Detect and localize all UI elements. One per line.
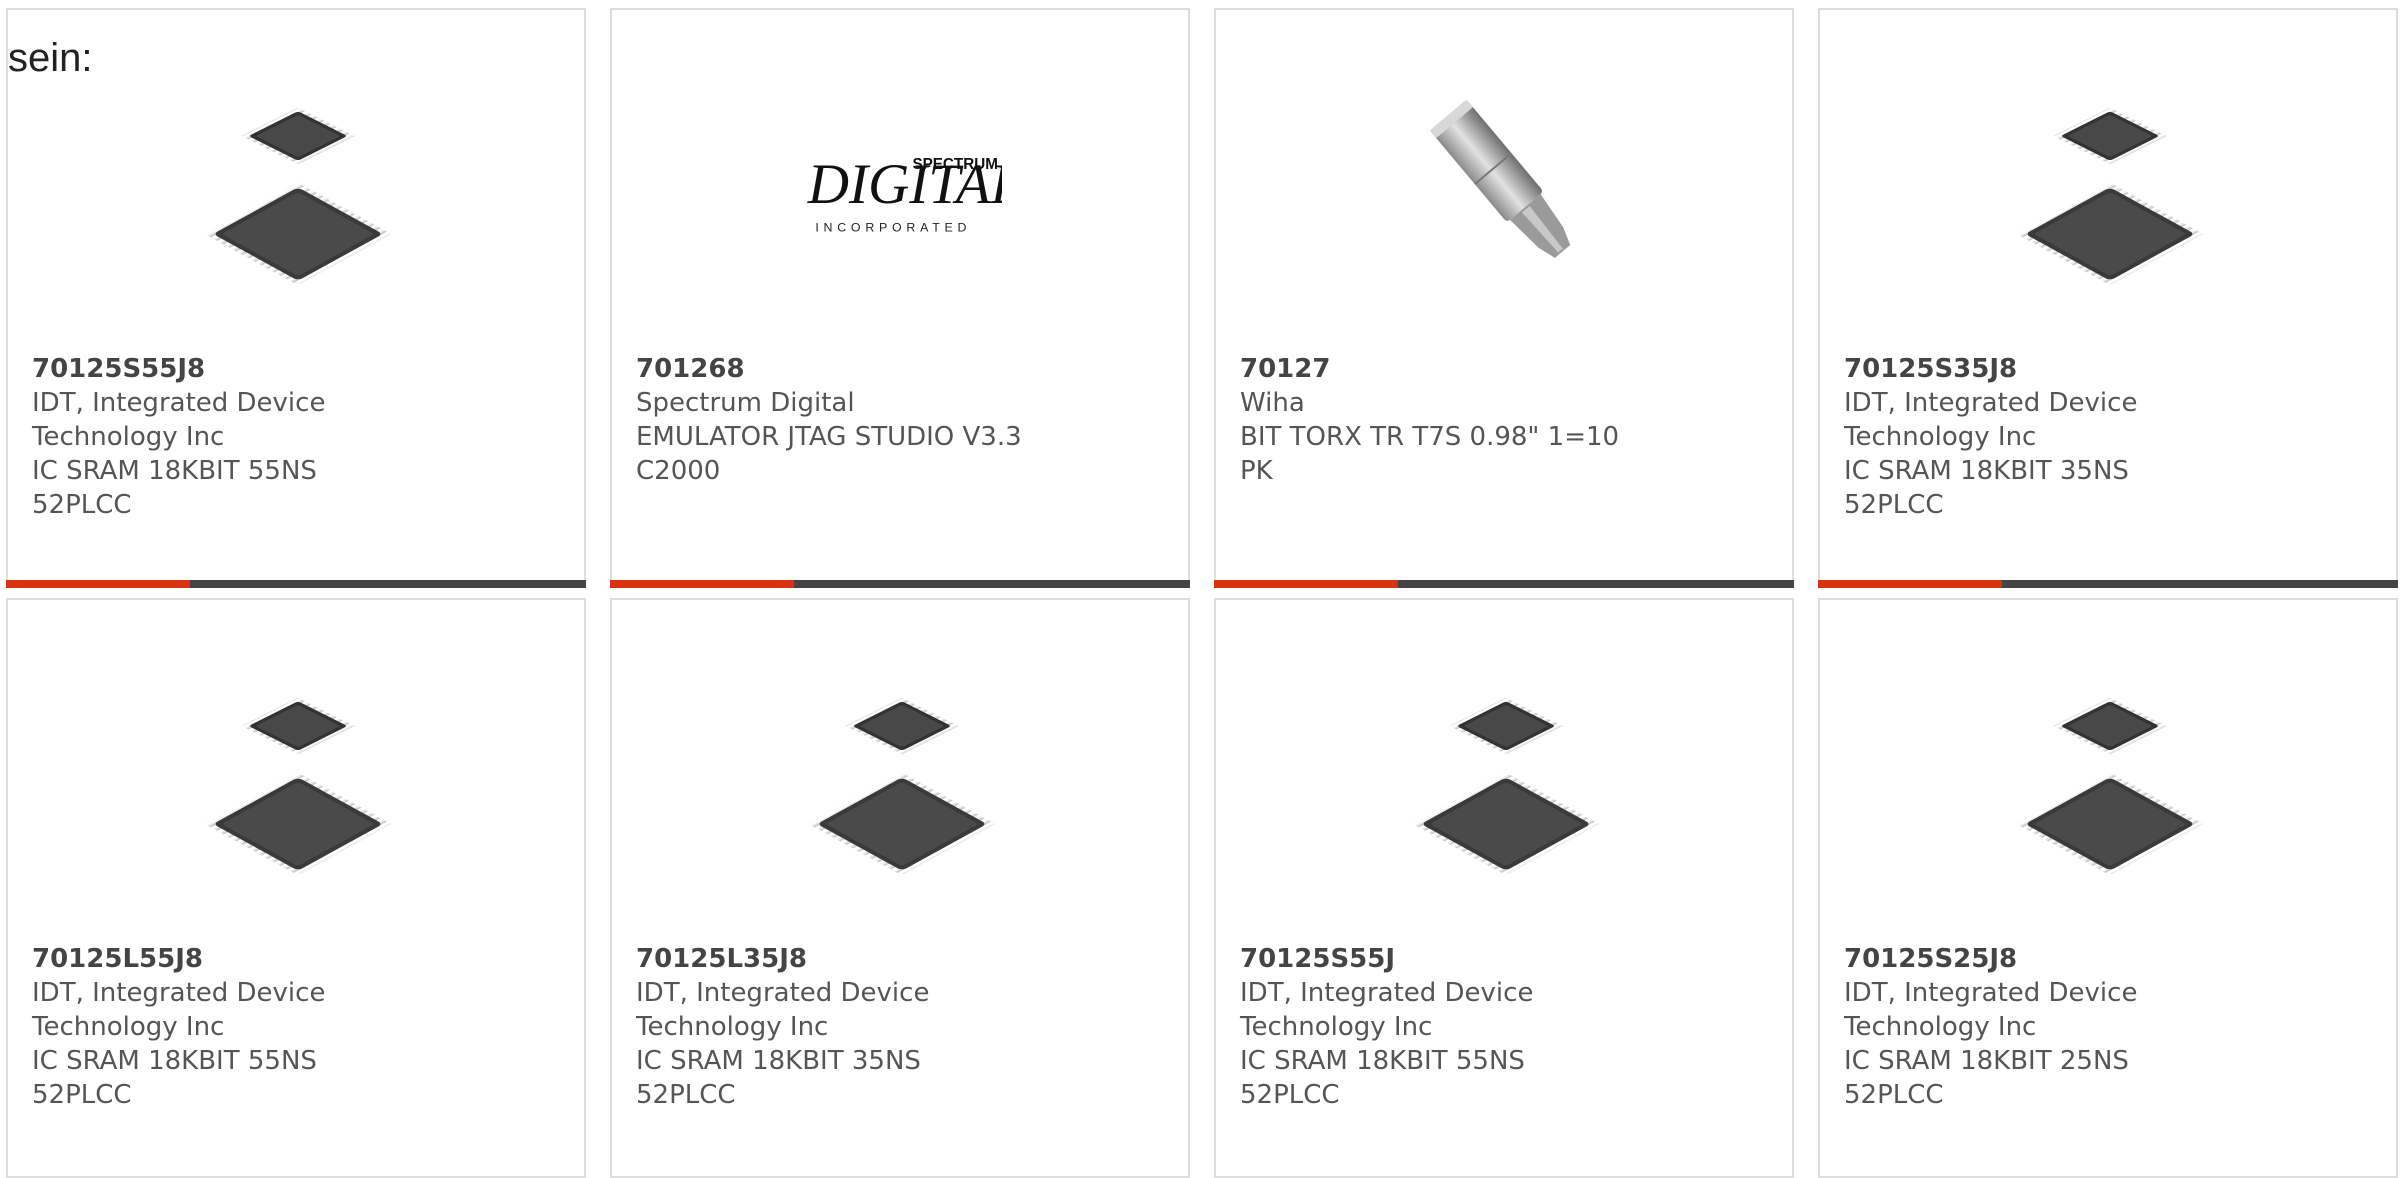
manufacturer: IDT, Integrated Device Technology Inc: [1844, 388, 2138, 452]
manufacturer: Wiha: [1240, 388, 1305, 418]
plcc-chip-icon: [204, 107, 392, 284]
product-card[interactable]: 70127 Wiha BIT TORX TR T7S 0.98" 1=10 PK: [1214, 8, 1794, 588]
card-accent: [6, 580, 190, 588]
product-description: EMULATOR JTAG STUDIO V3.3 C2000: [636, 422, 1022, 486]
manufacturer: IDT, Integrated Device Technology Inc: [32, 978, 326, 1042]
product-image: [198, 674, 398, 874]
manufacturer: IDT, Integrated Device Technology Inc: [1844, 978, 2138, 1042]
product-info: 701268 Spectrum Digital EMULATOR JTAG ST…: [636, 352, 1156, 488]
product-card[interactable]: SPECTRUM DIGITAL INCORPORATED 701268 Spe…: [610, 8, 1190, 588]
card-accent: [1214, 580, 1398, 588]
product-image: [198, 84, 398, 284]
part-number[interactable]: 70125S25J8: [1844, 942, 2364, 976]
product-image: [2010, 84, 2210, 284]
part-number[interactable]: 70127: [1240, 352, 1760, 386]
card-bottom-bar: [6, 580, 586, 588]
part-number[interactable]: 70125L55J8: [32, 942, 552, 976]
manufacturer: IDT, Integrated Device Technology Inc: [32, 388, 326, 452]
product-image: [1406, 674, 1606, 874]
product-info: 70125S55J8 IDT, Integrated Device Techno…: [32, 352, 552, 522]
product-image: [2010, 674, 2210, 874]
intro-text: sein:: [8, 36, 93, 80]
plcc-chip-icon: [204, 697, 392, 874]
plcc-chip-icon: [808, 697, 996, 874]
product-description: IC SRAM 18KBIT 55NS 52PLCC: [32, 456, 317, 520]
product-description: BIT TORX TR T7S 0.98" 1=10 PK: [1240, 422, 1620, 486]
torx-bit-icon: [1429, 99, 1571, 258]
product-image: [1406, 84, 1606, 284]
product-card[interactable]: 70125L55J8 IDT, Integrated Device Techno…: [6, 598, 586, 1178]
product-grid: 70125S55J8 IDT, Integrated Device Techno…: [0, 0, 2400, 1178]
plcc-chip-icon: [1412, 697, 1600, 874]
product-description: IC SRAM 18KBIT 25NS 52PLCC: [1844, 1046, 2129, 1110]
part-number[interactable]: 70125S35J8: [1844, 352, 2364, 386]
plcc-chip-icon: [2016, 697, 2204, 874]
card-bottom-bar: [610, 580, 1190, 588]
product-info: 70125L35J8 IDT, Integrated Device Techno…: [636, 942, 1156, 1112]
product-info: 70127 Wiha BIT TORX TR T7S 0.98" 1=10 PK: [1240, 352, 1760, 488]
svg-text:DIGITAL: DIGITAL: [807, 153, 1002, 216]
card-bottom-bar: [1818, 580, 2398, 588]
product-info: 70125S55J IDT, Integrated Device Technol…: [1240, 942, 1760, 1112]
svg-text:INCORPORATED: INCORPORATED: [815, 221, 971, 235]
product-description: IC SRAM 18KBIT 55NS 52PLCC: [1240, 1046, 1525, 1110]
product-image: [802, 674, 1002, 874]
product-image: SPECTRUM DIGITAL INCORPORATED: [802, 84, 1002, 284]
spectrum-digital-logo: SPECTRUM DIGITAL INCORPORATED: [807, 153, 1002, 235]
manufacturer: IDT, Integrated Device Technology Inc: [1240, 978, 1534, 1042]
product-info: 70125S35J8 IDT, Integrated Device Techno…: [1844, 352, 2364, 522]
product-card[interactable]: 70125S35J8 IDT, Integrated Device Techno…: [1818, 8, 2398, 588]
manufacturer: Spectrum Digital: [636, 388, 855, 418]
product-description: IC SRAM 18KBIT 55NS 52PLCC: [32, 1046, 317, 1110]
product-card[interactable]: 70125L35J8 IDT, Integrated Device Techno…: [610, 598, 1190, 1178]
part-number[interactable]: 701268: [636, 352, 1156, 386]
manufacturer: IDT, Integrated Device Technology Inc: [636, 978, 930, 1042]
part-number[interactable]: 70125S55J: [1240, 942, 1760, 976]
card-accent: [1818, 580, 2002, 588]
product-card[interactable]: 70125S55J IDT, Integrated Device Technol…: [1214, 598, 1794, 1178]
product-card[interactable]: 70125S55J8 IDT, Integrated Device Techno…: [6, 8, 586, 588]
product-card[interactable]: 70125S25J8 IDT, Integrated Device Techno…: [1818, 598, 2398, 1178]
part-number[interactable]: 70125S55J8: [32, 352, 552, 386]
product-info: 70125L55J8 IDT, Integrated Device Techno…: [32, 942, 552, 1112]
product-description: IC SRAM 18KBIT 35NS 52PLCC: [636, 1046, 921, 1110]
product-description: IC SRAM 18KBIT 35NS 52PLCC: [1844, 456, 2129, 520]
card-accent: [610, 580, 794, 588]
plcc-chip-icon: [2016, 107, 2204, 284]
part-number[interactable]: 70125L35J8: [636, 942, 1156, 976]
card-bottom-bar: [1214, 580, 1794, 588]
product-info: 70125S25J8 IDT, Integrated Device Techno…: [1844, 942, 2364, 1112]
